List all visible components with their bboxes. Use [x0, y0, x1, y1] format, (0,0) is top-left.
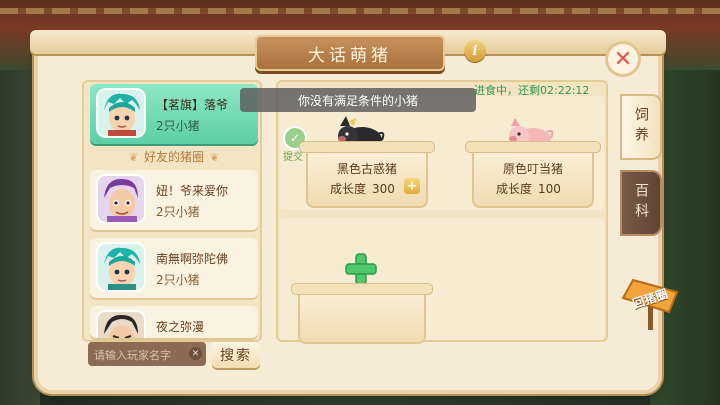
add-growth-button[interactable]: + — [404, 178, 420, 194]
close-button[interactable]: ✕ — [608, 44, 638, 74]
clear-icon[interactable]: ✕ — [189, 347, 202, 360]
pig-name: 原色叮当猪 — [502, 162, 563, 176]
avatar — [98, 244, 144, 290]
friend-card[interactable]: 夜之弥漫 — [90, 306, 258, 338]
growth-value: 100 — [538, 182, 561, 196]
growth-label: 成长度 — [496, 182, 533, 196]
background-left — [0, 70, 40, 405]
search-box: ✕ — [88, 342, 206, 366]
pig-name: 黑色古惑猪 — [336, 162, 397, 176]
friend-card-self[interactable]: 【茗旗】落爷 2只小猪 — [90, 84, 258, 144]
friend-card[interactable]: 南無啊弥陀佛 2只小猪 — [90, 238, 258, 298]
pig-growth: 成长度 300 — [324, 180, 395, 197]
friend-name: 妞！爷来爱你 — [156, 184, 229, 198]
plus-icon[interactable] — [344, 252, 378, 286]
close-icon: ✕ — [613, 46, 633, 72]
friend-pig-count: 2只小猪 — [156, 205, 200, 219]
pig-card[interactable]: 原色叮当猪 成长度 100 — [466, 142, 600, 206]
tab-encyclopedia[interactable]: 百科 — [622, 172, 660, 234]
info-icon[interactable]: i — [464, 40, 486, 62]
search-input[interactable] — [92, 345, 190, 365]
pig-growth: 成长度 100 — [490, 180, 561, 197]
friend-name: 夜之弥漫 — [156, 320, 205, 334]
background-right — [650, 70, 720, 405]
toast-message: 你没有满足条件的小猪 — [240, 88, 476, 112]
search-button[interactable]: 搜索 — [212, 342, 260, 368]
friend-pig-count: 2只小猪 — [156, 119, 200, 133]
growth-value: 300 — [372, 182, 395, 196]
pig-card[interactable]: 黑色古惑猪 成长度 300 + — [300, 142, 434, 206]
avatar — [98, 176, 144, 222]
empty-pig-slot[interactable] — [292, 284, 432, 342]
friend-card[interactable]: 妞！爷来爱你 2只小猪 — [90, 170, 258, 230]
avatar — [98, 312, 144, 338]
window-title: 大话萌猪 — [255, 35, 445, 71]
feed-timer: 进食中，还剩02:22:12 — [474, 84, 590, 97]
friends-section-title: 好友的猪圈 — [90, 148, 258, 165]
growth-label: 成长度 — [330, 182, 367, 196]
friend-name: 【茗旗】落爷 — [156, 98, 229, 112]
avatar — [98, 90, 144, 136]
friend-name: 南無啊弥陀佛 — [156, 252, 229, 266]
friend-pig-count: 2只小猪 — [156, 273, 200, 287]
tab-feed[interactable]: 饲养 — [622, 96, 660, 158]
